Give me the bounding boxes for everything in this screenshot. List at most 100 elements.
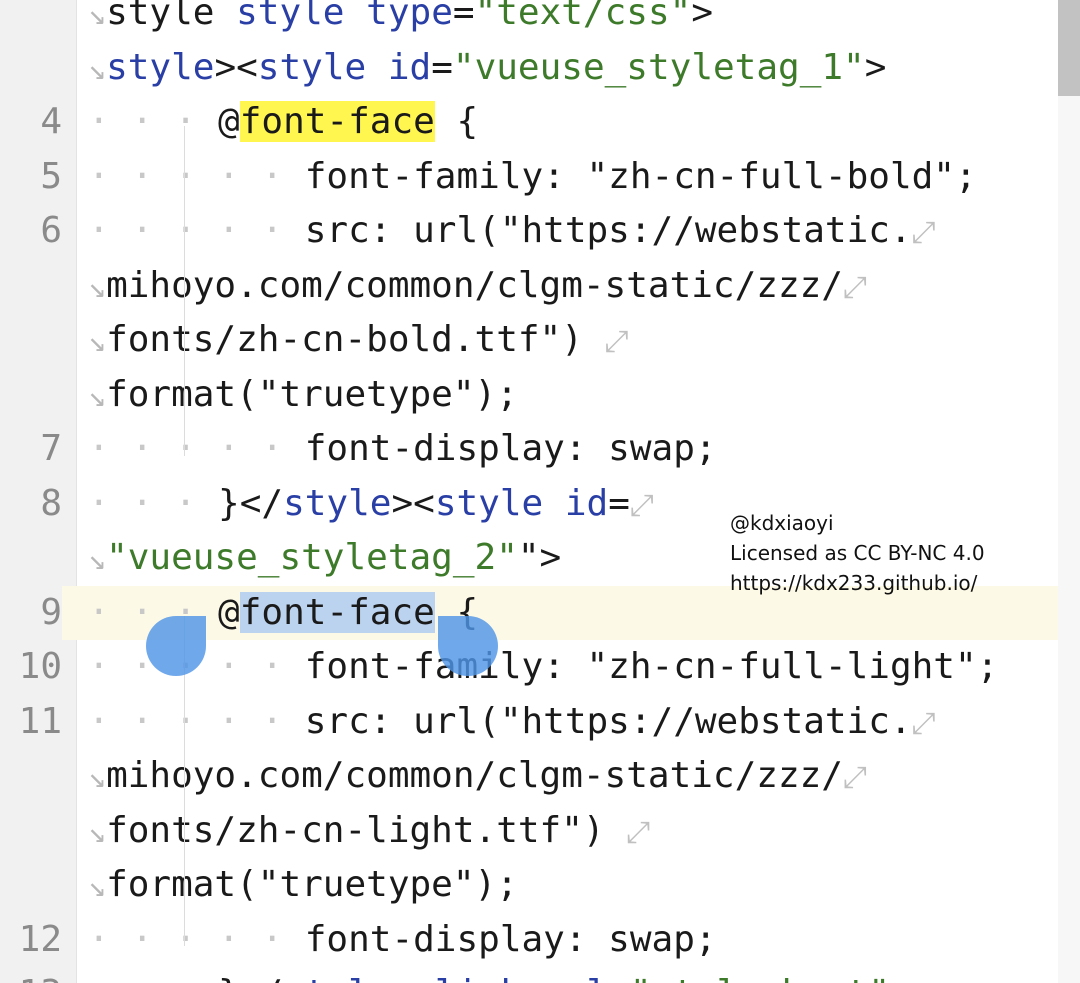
line-number: 10: [18, 646, 62, 687]
code-line[interactable]: 6 · · · · · src: url("https://webstatic.⤢: [0, 204, 1058, 259]
line-text[interactable]: ↘format("truetype");: [88, 858, 518, 915]
code-token: "vueuse_styletag_1": [452, 46, 865, 88]
code-token: font-display: swap;: [304, 428, 717, 469]
soft-wrap-icon: ⤢: [911, 705, 936, 741]
code-token: fonts/zh-cn-bold.ttf"): [106, 319, 605, 360]
wrap-continue-icon: ↘: [88, 269, 107, 305]
code-token: type: [366, 0, 453, 33]
code-line[interactable]: 13 · · · }</style><link rel="stylesheet" …: [0, 967, 1058, 983]
line-number: 7: [40, 428, 62, 469]
code-token: >: [691, 0, 713, 33]
line-text[interactable]: ↘format("truetype");: [88, 368, 518, 425]
code-token: mihoyo.com/common/clgm-static/zzz/: [106, 264, 843, 306]
line-text[interactable]: ↘fonts/zh-cn-light.ttf") ⤢: [88, 804, 650, 861]
line-text[interactable]: · · · @font-face {: [88, 586, 478, 641]
code-line[interactable]: ↘mihoyo.com/common/clgm-static/zzz/⤢: [0, 749, 1058, 804]
code-line[interactable]: 4 · · · @font-face {: [0, 95, 1058, 150]
code-line[interactable]: 12 · · · · · font-display: swap;: [0, 913, 1058, 968]
line-text[interactable]: · · · · · font-family: "zh-cn-full-light…: [88, 640, 998, 695]
code-token: @: [218, 591, 240, 633]
code-token: id: [387, 46, 432, 88]
search-match-highlight: font-face: [239, 101, 435, 142]
line-text[interactable]: ↘style style type="text/css">: [88, 0, 713, 43]
code-line[interactable]: ↘style><style id="vueuse_styletag_1">: [0, 41, 1058, 96]
line-text[interactable]: ↘mihoyo.com/common/clgm-static/zzz/⤢: [88, 259, 867, 316]
code-token: @: [218, 101, 240, 142]
line-text[interactable]: ↘fonts/zh-cn-bold.ttf") ⤢: [88, 313, 629, 370]
line-number: 5: [40, 155, 62, 197]
whitespace-marker: · · ·: [88, 482, 219, 524]
line-text[interactable]: · · · · · font-display: swap;: [88, 422, 717, 477]
code-token: style: [236, 0, 345, 33]
wrap-continue-icon: ↘: [88, 0, 107, 32]
code-token: mihoyo.com/common/clgm-static/zzz/: [106, 755, 843, 796]
line-text[interactable]: · · · @font-face {: [88, 95, 478, 150]
code-line[interactable]: ↘format("truetype");: [0, 858, 1058, 913]
code-token: "text/css": [474, 0, 692, 33]
code-token: ">: [517, 537, 562, 578]
line-number: 6: [40, 210, 62, 251]
code-token: font-display: swap;: [304, 918, 717, 960]
line-text[interactable]: · · · }</style><link rel="stylesheet" ⤢: [88, 967, 936, 983]
code-line[interactable]: 5 · · · · · font-family: "zh-cn-full-bold…: [0, 150, 1058, 205]
line-text[interactable]: · · · · · src: url("https://webstatic.⤢: [88, 204, 936, 261]
soft-wrap-icon: ⤢: [842, 760, 867, 795]
code-token: style: [283, 973, 391, 983]
code-line[interactable]: ↘style style type="text/css">: [0, 0, 1058, 41]
vertical-scrollbar[interactable]: [1058, 0, 1080, 983]
text-selection: font-face: [239, 591, 435, 633]
code-token: style: [106, 0, 237, 33]
code-line[interactable]: ↘fonts/zh-cn-bold.ttf") ⤢: [0, 313, 1058, 368]
soft-wrap-icon: ⤢: [604, 324, 629, 359]
code-line[interactable]: ↘format("truetype");: [0, 368, 1058, 423]
line-text[interactable]: · · · · · font-display: swap;: [88, 913, 717, 968]
scrollbar-thumb[interactable]: [1058, 0, 1080, 96]
code-token: "stylesheet": [630, 973, 890, 983]
wrap-continue-icon: ↘: [88, 51, 107, 87]
code-token: src: url("https://webstatic.: [304, 210, 912, 251]
line-text[interactable]: ↘"vueuse_styletag_2"">: [88, 531, 561, 588]
selection-start-handle[interactable]: [146, 616, 206, 676]
line-number: 8: [40, 482, 62, 524]
code-token: style: [283, 482, 392, 524]
code-token: rel: [543, 973, 608, 983]
code-token: {: [434, 101, 479, 142]
line-number: 4: [40, 101, 62, 142]
wrap-continue-icon: ↘: [88, 542, 107, 577]
code-editor[interactable]: ↘style style type="text/css"> ↘style><sty…: [0, 0, 1080, 983]
wrap-continue-icon: ↘: [88, 814, 107, 850]
line-number: 13: [0, 967, 62, 983]
code-token: =: [452, 0, 475, 33]
code-line[interactable]: ↘mihoyo.com/common/clgm-static/zzz/⤢: [0, 259, 1058, 314]
code-line[interactable]: ↘fonts/zh-cn-light.ttf") ⤢: [0, 804, 1058, 859]
line-text[interactable]: ↘mihoyo.com/common/clgm-static/zzz/⤢: [88, 749, 867, 806]
code-token: ><: [391, 973, 434, 983]
soft-wrap-icon: ⤢: [626, 814, 651, 850]
code-token: =: [431, 46, 453, 88]
code-area[interactable]: ↘style style type="text/css"> ↘style><sty…: [0, 0, 1058, 983]
wrap-continue-icon: ↘: [88, 324, 107, 359]
wrap-continue-icon: ↘: [88, 869, 107, 904]
code-token: ><: [214, 46, 258, 88]
code-token: style: [434, 482, 544, 524]
soft-wrap-icon: ⤢: [911, 215, 936, 250]
code-line[interactable]: 7 · · · · · font-display: swap;: [0, 422, 1058, 477]
line-number: 12: [18, 918, 62, 960]
code-token: font-family: "zh-cn-full-bold";: [304, 155, 977, 197]
whitespace-marker: · · ·: [88, 973, 218, 983]
watermark-url: https://kdx233.github.io/: [730, 571, 978, 595]
watermark-license: Licensed as CC BY-NC 4.0: [730, 541, 985, 565]
line-text[interactable]: · · · · · src: url("https://webstatic.⤢: [88, 695, 936, 752]
line-text[interactable]: · · · · · font-family: "zh-cn-full-bold"…: [88, 150, 977, 205]
code-token: }</: [218, 482, 284, 524]
soft-wrap-icon: ⤢: [842, 269, 867, 305]
code-line[interactable]: 11 · · · · · src: url("https://webstatic.…: [0, 695, 1058, 750]
whitespace-marker: · · · · ·: [88, 918, 305, 960]
line-text[interactable]: ↘style><style id="vueuse_styletag_1">: [88, 41, 886, 98]
line-text[interactable]: · · · }</style><style id=⤢: [88, 477, 654, 534]
selection-end-handle[interactable]: [438, 616, 498, 676]
